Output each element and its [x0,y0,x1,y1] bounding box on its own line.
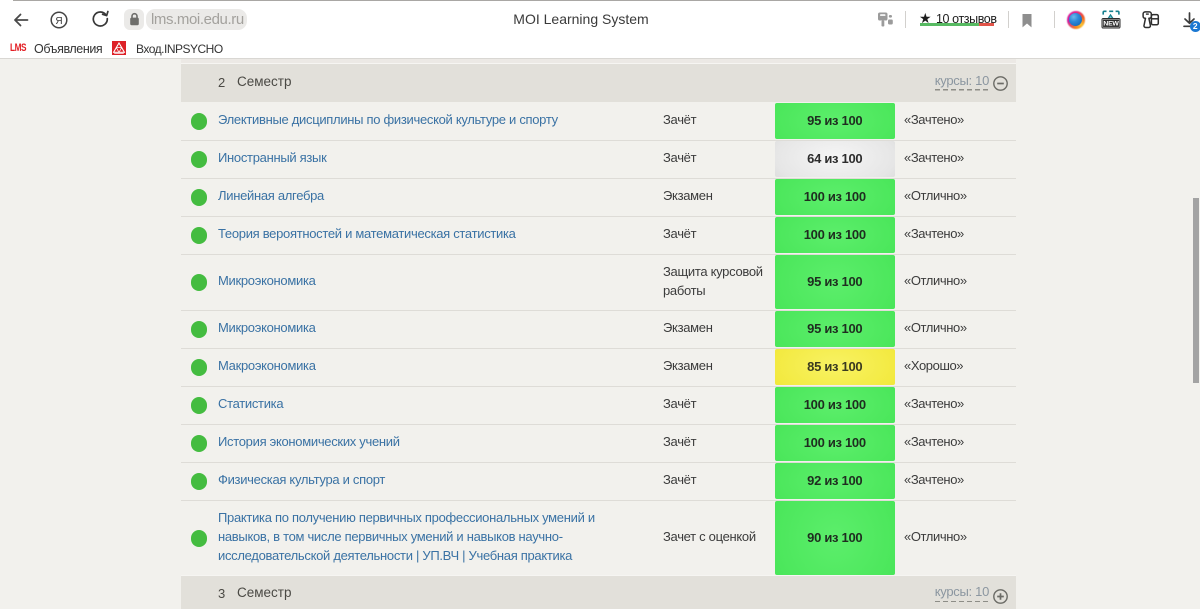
svg-text:Я: Я [55,16,62,27]
svg-text:NEW: NEW [1103,21,1119,28]
